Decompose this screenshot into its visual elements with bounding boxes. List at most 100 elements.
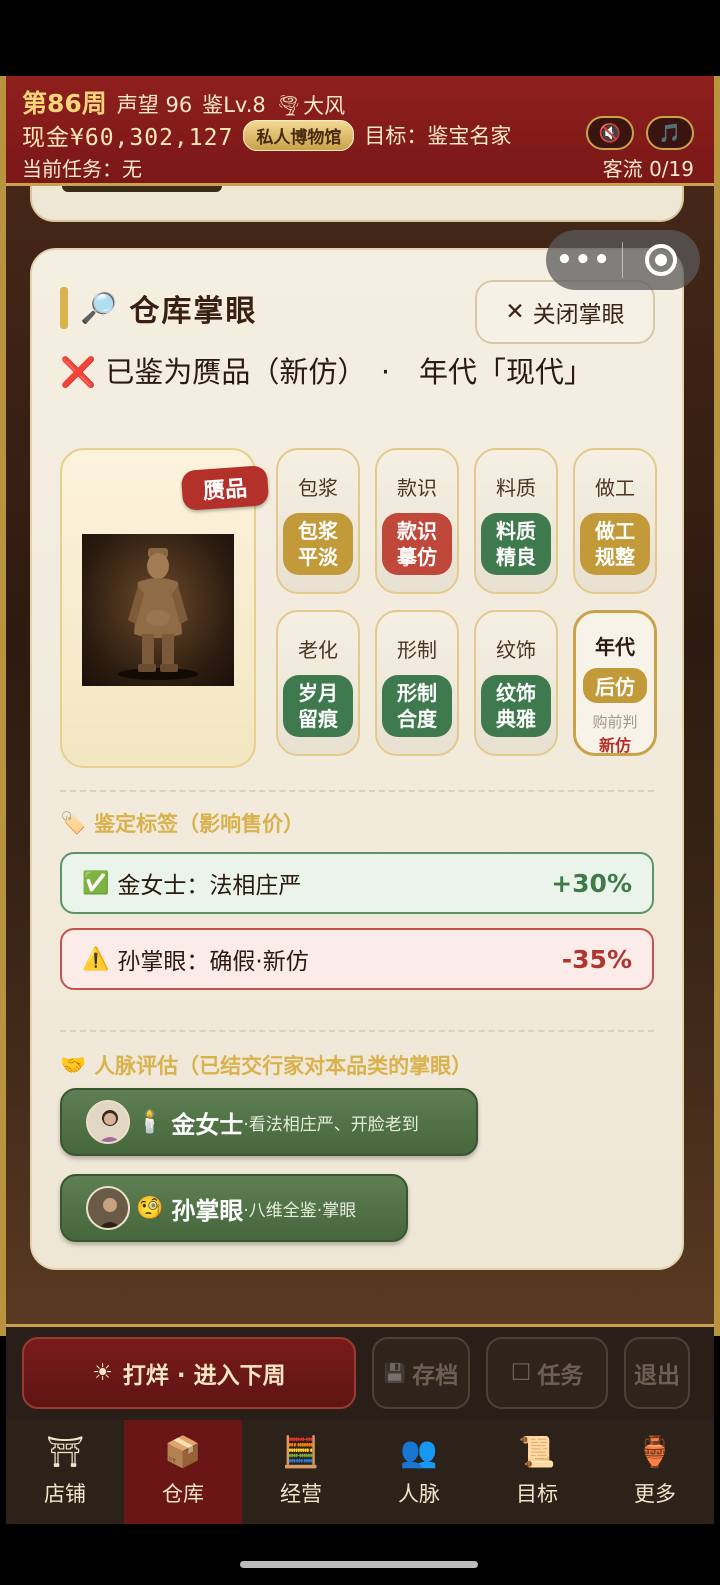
attr-name: 形制 <box>397 638 437 662</box>
save-button[interactable]: 💾 存档 <box>372 1337 470 1409</box>
attr-name: 料质 <box>496 476 536 500</box>
customer-traffic: 客流 0/19 <box>602 157 694 181</box>
museum-badge[interactable]: 私人博物馆 <box>243 119 355 151</box>
quit-button[interactable]: 退出 <box>624 1337 690 1409</box>
monocle-face-icon: 🧐 <box>136 1195 164 1221</box>
goal-text: 目标：鉴宝名家 <box>364 124 512 148</box>
contacts-section-title: 🤝 人脉评估（已结交行家对本品类的掌眼） <box>60 1050 472 1080</box>
verdict-text: 已鉴为赝品（新仿） · 年代「现代」 <box>105 355 594 389</box>
attr-patina[interactable]: 包浆 包浆 平淡 <box>276 448 360 594</box>
panel-title: 仓库掌眼 <box>129 294 258 329</box>
attr-value: 料质 精良 <box>481 513 551 575</box>
verdict: ❌ 已鉴为赝品（新仿） · 年代「现代」 <box>60 352 640 392</box>
tab-goals[interactable]: 📜 目标 <box>478 1420 596 1524</box>
quit-label: 退出 <box>634 1363 680 1389</box>
reputation: 声望 96 <box>116 93 193 117</box>
tab-label: 人脉 <box>398 1482 440 1506</box>
contact-jin[interactable]: 🕯️ 金女士 ·看法相庄严、开脸老到 <box>60 1088 478 1156</box>
contacts-title-text: 人脉评估（已结交行家对本品类的掌眼） <box>94 1054 473 1078</box>
cash-amount: 现金¥60,302,127 <box>22 125 234 151</box>
music-button[interactable]: 🎵 <box>646 116 694 150</box>
attr-name: 款识 <box>397 476 437 500</box>
task-label: 任务 <box>537 1363 584 1389</box>
tags-section-title: 🏷️ 鉴定标签（影响售价） <box>60 808 304 838</box>
save-label: 存档 <box>412 1363 459 1389</box>
appraisal-panel: 🔎 仓库掌眼 ✕ 关闭掌眼 ❌ 已鉴为赝品（新仿） · 年代「现代」 赝品 包浆… <box>30 248 684 1270</box>
close-label: 关闭掌眼 <box>532 302 625 328</box>
attr-name: 纹饰 <box>496 638 536 662</box>
task-icon: ☐ <box>510 1360 532 1386</box>
contact-desc: ·看法相庄严、开脸老到 <box>243 1114 419 1135</box>
tab-business[interactable]: 🧮 经营 <box>242 1420 360 1524</box>
tab-shop[interactable]: ⛩ 店铺 <box>6 1420 124 1524</box>
tornado-icon: 🌪 <box>275 93 302 117</box>
panel-header: 🔎 仓库掌眼 <box>60 286 257 330</box>
close-miniprogram-button[interactable] <box>623 244 699 276</box>
era-note-value: 新仿 <box>598 736 631 755</box>
attr-inscription[interactable]: 款识 款识 摹仿 <box>375 448 459 594</box>
contact-desc: ·八维全鉴·掌眼 <box>243 1200 357 1221</box>
miniprogram-capsule: ••• <box>546 230 700 290</box>
attr-value: 形制 合度 <box>382 675 452 737</box>
tag-percent: -35% <box>561 944 632 974</box>
terracotta-warrior-image <box>82 534 234 686</box>
check-icon: ✅ <box>82 870 110 896</box>
home-indicator[interactable] <box>240 1561 478 1568</box>
warning-icon: ⚠️ <box>82 946 110 972</box>
attr-aging[interactable]: 老化 岁月 留痕 <box>276 610 360 756</box>
chest-icon: 📦 <box>164 1435 202 1470</box>
action-bar: ☀ 打烊 · 进入下周 💾 存档 ☐ 任务 退出 <box>6 1324 714 1420</box>
attr-era[interactable]: 年代 后仿 购前判 新仿 <box>573 610 657 756</box>
week-counter: 第86周 <box>22 89 107 118</box>
attr-value: 款识 摹仿 <box>382 513 452 575</box>
tab-contacts[interactable]: 👥 人脉 <box>360 1420 478 1524</box>
close-icon: ✕ <box>505 299 525 325</box>
appraisal-level: 鉴Lv.8 <box>202 93 266 117</box>
tab-warehouse[interactable]: 📦 仓库 <box>124 1420 242 1524</box>
tag-text: 孙掌眼：确假·新仿 <box>117 949 309 975</box>
attr-value: 做工 规整 <box>580 513 650 575</box>
item-preview[interactable]: 赝品 <box>60 448 270 768</box>
handshake-icon: 🤝 <box>60 1052 87 1077</box>
tag-item-positive: ✅ 金女士：法相庄严 +30% <box>60 852 654 914</box>
people-icon: 👥 <box>400 1435 438 1470</box>
title-accent <box>60 287 68 329</box>
attr-material[interactable]: 料质 料质 精良 <box>474 448 558 594</box>
music-icon: 🎵 <box>658 122 682 144</box>
attr-form[interactable]: 形制 形制 合度 <box>375 610 459 756</box>
attr-name: 包浆 <box>298 476 338 500</box>
attr-decoration[interactable]: 纹饰 纹饰 典雅 <box>474 610 558 756</box>
candle-icon: 🕯️ <box>136 1109 164 1135</box>
sun-icon: ☀ <box>92 1360 113 1386</box>
fake-badge: 赝品 <box>180 465 270 511</box>
status-bar <box>0 0 720 76</box>
game-header: 第86周 声望 96 鉴Lv.8 🌪 大风 现金¥60,302,127 私人博物… <box>6 76 714 186</box>
tag-icon: 🏷️ <box>60 810 87 835</box>
tag-text: 金女士：法相庄严 <box>117 873 302 899</box>
tab-more[interactable]: 🏺 更多 <box>596 1420 714 1524</box>
avatar <box>86 1100 130 1144</box>
tags-title-text: 鉴定标签（影响售价） <box>94 812 305 836</box>
save-icon: 💾 <box>383 1362 407 1384</box>
tab-bar: ⛩ 店铺 📦 仓库 🧮 经营 👥 人脉 📜 目标 🏺 更多 <box>6 1420 714 1524</box>
shop-icon: ⛩ <box>45 1435 85 1470</box>
next-week-button[interactable]: ☀ 打烊 · 进入下周 <box>22 1337 356 1409</box>
mute-button[interactable]: 🔇 <box>586 116 634 150</box>
contact-sun[interactable]: 🧐 孙掌眼 ·八维全鉴·掌眼 <box>60 1174 408 1242</box>
divider <box>60 790 654 792</box>
tab-label: 目标 <box>516 1482 558 1506</box>
contact-name: 金女士 <box>171 1110 244 1139</box>
abacus-icon: 🧮 <box>282 1435 320 1470</box>
attr-craftsmanship[interactable]: 做工 做工 规整 <box>573 448 657 594</box>
target-icon <box>645 244 677 276</box>
cross-icon: ❌ <box>60 355 97 389</box>
task-button[interactable]: ☐ 任务 <box>486 1337 608 1409</box>
current-task: 当前任务：无 <box>22 157 142 181</box>
more-icon[interactable]: ••• <box>546 245 622 275</box>
attr-value: 岁月 留痕 <box>283 675 353 737</box>
tab-label: 仓库 <box>162 1482 204 1506</box>
attr-name: 年代 <box>595 635 635 659</box>
next-week-label: 打烊 · 进入下周 <box>122 1363 286 1389</box>
attr-value: 纹饰 典雅 <box>481 675 551 737</box>
vase-icon: 🏺 <box>636 1435 674 1470</box>
